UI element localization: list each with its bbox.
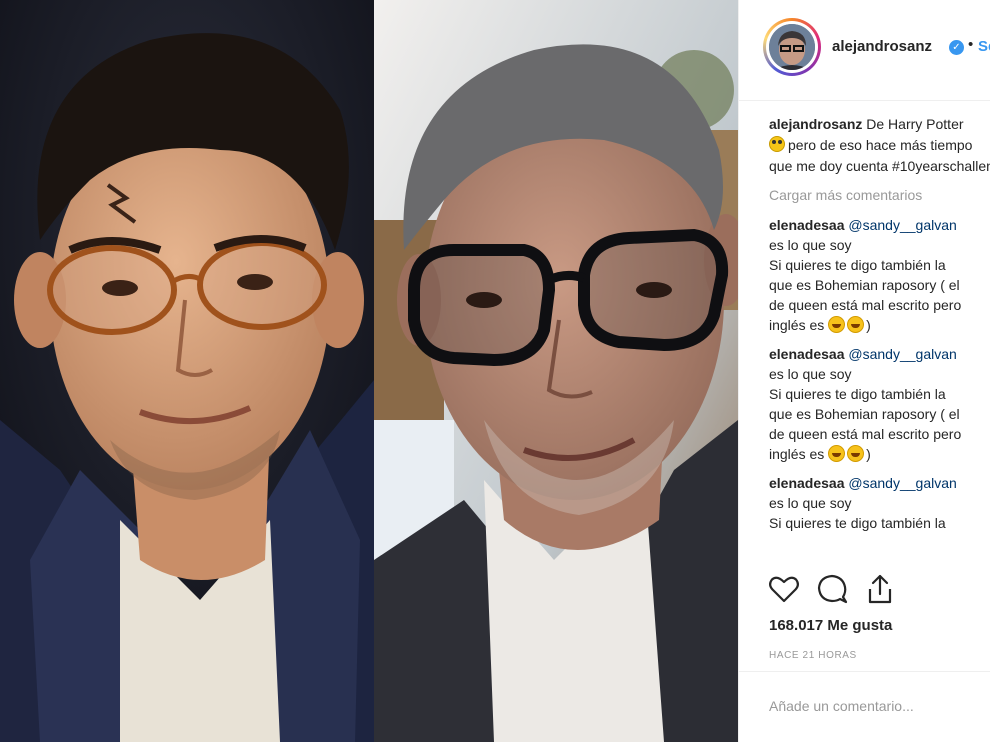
verified-badge-icon: ✓ (949, 40, 964, 55)
comment-line: inglés es (769, 317, 825, 333)
comment-username[interactable]: elenadesaa (769, 475, 845, 491)
closing-paren: ) (866, 446, 871, 462)
username-link[interactable]: alejandrosanz (832, 38, 932, 55)
divider (739, 671, 990, 672)
comment-line: de queen está mal escrito pero (769, 426, 962, 442)
caption: alejandrosanz De Harry Potter pero de es… (769, 114, 990, 177)
add-comment-input[interactable] (769, 694, 989, 718)
photo-right-current (374, 0, 738, 742)
comment-line: Si quieres te digo también la (769, 257, 946, 273)
comment-line: inglés es (769, 446, 825, 462)
likes-count[interactable]: 168.017 Me gusta (769, 617, 892, 634)
comment-username[interactable]: elenadesaa (769, 346, 845, 362)
post-timestamp: HACE 21 HORAS (769, 650, 857, 661)
post-photo[interactable] (0, 0, 738, 742)
comment-line: de queen está mal escrito pero (769, 297, 962, 313)
like-button[interactable] (767, 572, 801, 606)
comment-mention[interactable]: @sandy__galvan (848, 217, 956, 233)
photo-left-young (0, 0, 374, 742)
laughing-emoji-icon (847, 316, 865, 333)
laughing-emoji-icon (828, 445, 846, 462)
current-portrait-illustration (374, 0, 738, 742)
caption-username[interactable]: alejandrosanz (769, 116, 862, 132)
comment-mention[interactable]: @sandy__galvan (848, 475, 956, 491)
heart-icon (769, 576, 799, 603)
laughing-emoji-icon (828, 316, 846, 333)
comment-item: elenadesaa @sandy__galvan es lo que soy … (769, 473, 990, 533)
avatar[interactable] (763, 18, 821, 76)
closing-paren: ) (866, 317, 871, 333)
comment-line: es lo que soy (769, 366, 852, 382)
post-sidebar: alejandrosanz ✓ • Seguir alejandrosanz D… (738, 0, 990, 742)
comment-item: elenadesaa @sandy__galvan es lo que soy … (769, 344, 990, 464)
comment-line: Si quieres te digo también la (769, 515, 946, 531)
avatar-image (769, 24, 815, 70)
comment-line: Si quieres te digo también la (769, 386, 946, 402)
post-header: alejandrosanz ✓ • Seguir (739, 0, 990, 101)
separator-dot: • (968, 36, 974, 53)
comment-line: que es Bohemian raposory ( el (769, 406, 960, 422)
comments-list: alejandrosanz De Harry Potter pero de es… (769, 114, 990, 542)
comment-username[interactable]: elenadesaa (769, 217, 845, 233)
emoji-glasses-icon (769, 136, 785, 152)
laughing-emoji-icon (847, 445, 865, 462)
young-portrait-illustration (0, 0, 374, 742)
share-button[interactable] (863, 572, 897, 606)
comment-button[interactable] (815, 572, 849, 606)
comment-item: elenadesaa @sandy__galvan es lo que soy … (769, 215, 990, 335)
comment-icon (817, 574, 848, 604)
caption-text-3: que me doy cuenta #10yearschallenge (769, 158, 990, 174)
load-more-comments-button[interactable]: Cargar más comentarios (769, 185, 990, 205)
comment-mention[interactable]: @sandy__galvan (848, 346, 956, 362)
share-icon (868, 574, 892, 604)
caption-text-1: De Harry Potter (866, 116, 964, 132)
comment-line: que es Bohemian raposory ( el (769, 277, 960, 293)
comment-line: es lo que soy (769, 495, 852, 511)
post-actions (767, 572, 987, 608)
comment-line: es lo que soy (769, 237, 852, 253)
follow-button[interactable]: Seguir (978, 38, 990, 55)
caption-text-2: pero de eso hace más tiempo (788, 137, 973, 153)
